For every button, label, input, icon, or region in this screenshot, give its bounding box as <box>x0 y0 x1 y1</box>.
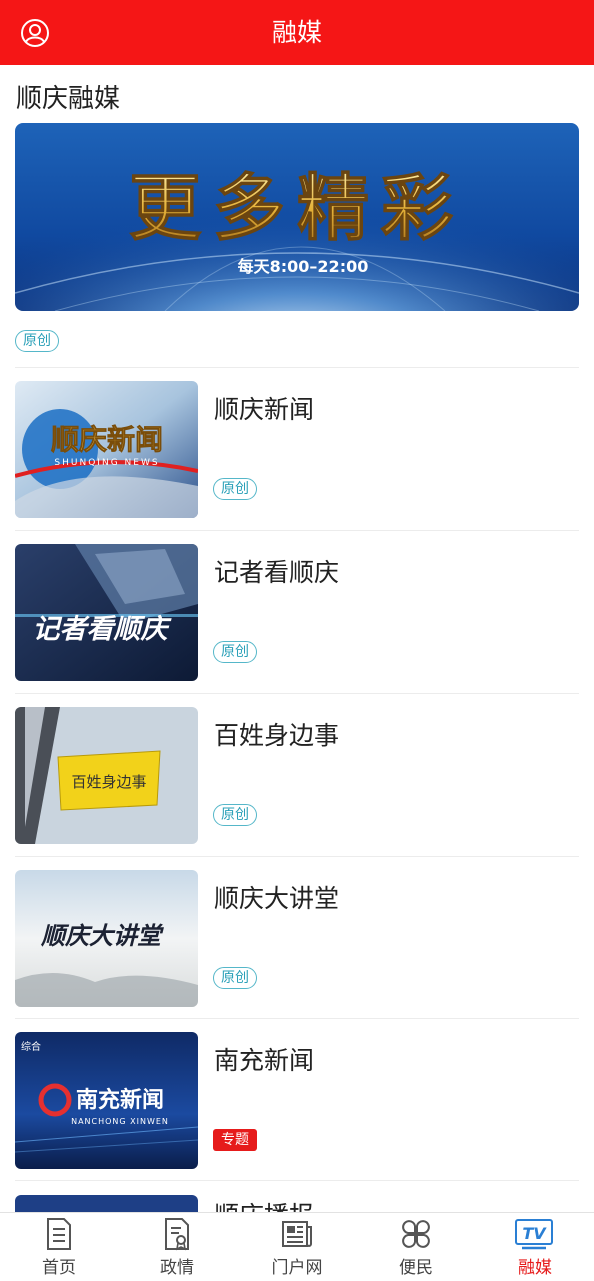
svg-text:南充新闻: 南充新闻 <box>76 1087 164 1113</box>
original-badge: 原创 <box>213 967 257 989</box>
list-item-partial[interactable]: 顺庆播报 <box>0 1190 594 1214</box>
nav-label: 便民 <box>399 1258 433 1278</box>
nav-portal[interactable]: 门户网 <box>238 1213 356 1281</box>
bottom-nav: 首页 政情 门户网 便民 TV 融媒 <box>0 1212 594 1281</box>
featured-banner[interactable]: 更多精彩 每天8:00–22:00 <box>15 123 579 311</box>
topic-badge: 专题 <box>213 1129 257 1151</box>
thumbnail: 记者看顺庆 <box>15 544 198 681</box>
document-icon <box>47 1218 71 1250</box>
original-badge: 原创 <box>213 804 257 826</box>
svg-text:顺庆新闻: 顺庆新闻 <box>51 423 163 456</box>
svg-text:记者看顺庆: 记者看顺庆 <box>33 614 173 645</box>
list-item[interactable]: 顺庆大讲堂 顺庆大讲堂 原创 <box>0 857 594 1020</box>
item-title: 顺庆新闻 <box>214 395 315 424</box>
item-title: 顺庆大讲堂 <box>214 884 340 913</box>
banner-tag-wrap: 原创 <box>15 330 59 352</box>
svg-text:综合: 综合 <box>21 1040 41 1053</box>
svg-text:顺庆大讲堂: 顺庆大讲堂 <box>40 921 164 950</box>
original-badge: 原创 <box>213 641 257 663</box>
svg-text:NANCHONG XINWEN: NANCHONG XINWEN <box>71 1117 169 1126</box>
nav-politics[interactable]: 政情 <box>118 1213 236 1281</box>
item-title: 记者看顺庆 <box>214 558 340 587</box>
nav-label: 门户网 <box>271 1258 323 1278</box>
svg-text:SHUNQING NEWS: SHUNQING NEWS <box>54 458 159 468</box>
svg-text:TV: TV <box>522 1224 547 1243</box>
list-item[interactable]: 顺庆新闻 SHUNQING NEWS 顺庆新闻 原创 <box>0 368 594 531</box>
svg-text:百姓身边事: 百姓身边事 <box>71 773 146 791</box>
nav-label: 政情 <box>160 1258 194 1278</box>
nav-media[interactable]: TV 融媒 <box>476 1213 594 1281</box>
original-badge: 原创 <box>15 330 59 352</box>
nav-label: 融媒 <box>518 1258 552 1278</box>
page-title: 融媒 <box>271 18 322 47</box>
newspaper-icon <box>282 1221 312 1247</box>
top-bar: 融媒 <box>0 0 594 65</box>
thumbnail: 顺庆新闻 SHUNQING NEWS <box>15 381 198 518</box>
original-badge: 原创 <box>213 478 257 500</box>
thumbnail: 百姓身边事 <box>15 707 198 844</box>
list-item[interactable]: 百姓身边事 百姓身边事 原创 <box>0 694 594 857</box>
banner-headline: 更多精彩 <box>129 166 465 250</box>
item-title: 百姓身边事 <box>214 721 340 750</box>
nav-services[interactable]: 便民 <box>357 1213 475 1281</box>
divider <box>15 1180 579 1181</box>
certificate-icon <box>165 1218 189 1251</box>
list-item[interactable]: 南充新闻 NANCHONG XINWEN 综合 南充新闻 专题 <box>0 1019 594 1182</box>
nav-home[interactable]: 首页 <box>0 1213 118 1281</box>
nav-label: 首页 <box>42 1258 76 1278</box>
list-item[interactable]: 记者看顺庆 记者看顺庆 原创 <box>0 531 594 694</box>
tv-icon: TV <box>515 1219 553 1250</box>
banner-subline: 每天8:00–22:00 <box>238 257 369 276</box>
section-title: 顺庆融媒 <box>16 84 121 114</box>
thumbnail: 顺庆大讲堂 <box>15 870 198 1007</box>
thumbnail: 南充新闻 NANCHONG XINWEN 综合 <box>15 1032 198 1169</box>
item-title: 南充新闻 <box>214 1046 315 1075</box>
clover-grid-icon <box>402 1220 430 1248</box>
